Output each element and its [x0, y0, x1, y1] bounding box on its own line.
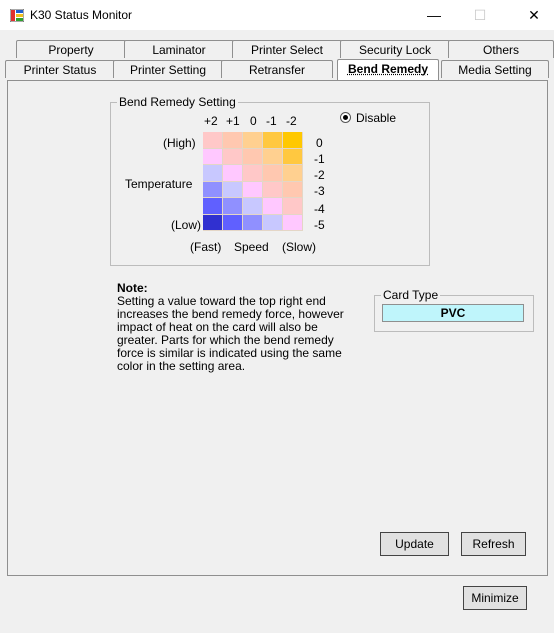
grid-cell[interactable] — [243, 181, 263, 198]
grid-cell[interactable] — [203, 148, 223, 165]
grid-cell[interactable] — [263, 181, 283, 198]
disable-radio[interactable] — [340, 112, 351, 123]
bend-remedy-group-label: Bend Remedy Setting — [117, 95, 238, 109]
grid-cell[interactable] — [243, 132, 263, 149]
tab-laminator[interactable]: Laminator — [124, 40, 234, 58]
disable-radio-dot — [343, 115, 348, 120]
row-value: -3 — [314, 184, 325, 198]
row-value: 0 — [316, 136, 323, 150]
tab-printer-status[interactable]: Printer Status — [5, 60, 115, 78]
card-type-label: Card Type — [381, 288, 441, 302]
grid-cell[interactable] — [223, 181, 243, 198]
column-header: 0 — [250, 114, 257, 128]
tab-others[interactable]: Others — [448, 40, 554, 58]
grid-cell[interactable] — [283, 132, 303, 149]
grid-cell[interactable] — [263, 214, 283, 231]
app-printer-icon — [10, 9, 24, 22]
grid-cell[interactable] — [263, 198, 283, 215]
card-type-value: PVC — [382, 304, 524, 322]
tab-printer-select[interactable]: Printer Select — [232, 40, 342, 58]
minimize-window-icon[interactable]: — — [412, 2, 456, 28]
tab-media-setting[interactable]: Media Setting — [441, 60, 549, 78]
tab-security-lock[interactable]: Security Lock — [340, 40, 450, 58]
update-button[interactable]: Update — [380, 532, 449, 556]
tab-printer-setting[interactable]: Printer Setting — [113, 60, 223, 78]
column-header: +1 — [226, 114, 240, 128]
grid-cell[interactable] — [243, 148, 263, 165]
grid-cell[interactable] — [283, 198, 303, 215]
low-label: (Low) — [171, 218, 202, 232]
close-window-icon[interactable]: ✕ — [512, 2, 554, 28]
grid-cell[interactable] — [223, 132, 243, 149]
temperature-label: Temperature — [125, 177, 193, 191]
maximize-window-icon: ☐ — [473, 7, 487, 23]
disable-label[interactable]: Disable — [356, 111, 396, 125]
row-value: -5 — [314, 218, 325, 232]
minimize-button[interactable]: Minimize — [463, 586, 527, 610]
speed-label: Speed — [234, 240, 269, 254]
grid-cell[interactable] — [283, 165, 303, 182]
tab-bend-remedy-label: Bend Remedy — [347, 62, 429, 76]
row-value: -2 — [314, 168, 325, 182]
grid-cell[interactable] — [203, 181, 223, 198]
grid-cell[interactable] — [203, 132, 223, 149]
tab-property[interactable]: Property — [16, 40, 126, 58]
column-header: -2 — [286, 114, 297, 128]
grid-cell[interactable] — [203, 214, 223, 231]
grid-cell[interactable] — [243, 214, 263, 231]
column-header: -1 — [266, 114, 277, 128]
window-title: K30 Status Monitor — [30, 8, 133, 22]
grid-cell[interactable] — [203, 198, 223, 215]
grid-cell[interactable] — [223, 198, 243, 215]
high-label: (High) — [163, 136, 196, 150]
grid-cell[interactable] — [283, 214, 303, 231]
row-value: -1 — [314, 152, 325, 166]
grid-cell[interactable] — [223, 165, 243, 182]
grid-cell[interactable] — [263, 148, 283, 165]
note-block: Note: Setting a value toward the top rig… — [117, 282, 347, 373]
grid-cell[interactable] — [263, 132, 283, 149]
tab-bend-remedy[interactable]: Bend Remedy — [337, 59, 439, 80]
grid-cell[interactable] — [223, 214, 243, 231]
grid-cell[interactable] — [283, 148, 303, 165]
tab-retransfer[interactable]: Retransfer — [221, 60, 333, 78]
grid-cell[interactable] — [263, 165, 283, 182]
grid-cell[interactable] — [243, 198, 263, 215]
grid-cell[interactable] — [283, 181, 303, 198]
fast-label: (Fast) — [190, 240, 222, 254]
title-bar: K30 Status Monitor — ☐ ✕ — [0, 0, 554, 30]
slow-label: (Slow) — [282, 240, 317, 254]
row-value: -4 — [314, 202, 325, 216]
column-header: +2 — [204, 114, 218, 128]
grid-cell[interactable] — [203, 165, 223, 182]
note-text: Setting a value toward the top right end… — [117, 294, 344, 373]
grid-cell[interactable] — [243, 165, 263, 182]
bend-remedy-grid — [203, 132, 303, 232]
refresh-button[interactable]: Refresh — [461, 532, 526, 556]
grid-cell[interactable] — [223, 148, 243, 165]
